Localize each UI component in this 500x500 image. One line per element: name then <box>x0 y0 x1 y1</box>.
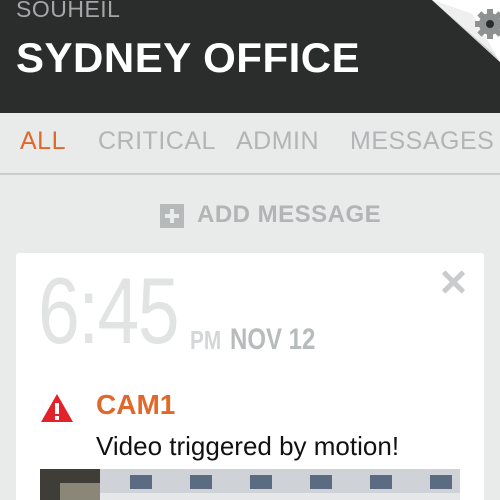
tab-admin[interactable]: ADMIN <box>236 127 319 156</box>
camera-snapshot <box>40 469 460 500</box>
notification-ampm: PM <box>190 325 222 355</box>
tab-messages[interactable]: MESSAGES <box>350 127 494 156</box>
gear-icon[interactable] <box>432 0 500 62</box>
tab-all[interactable]: ALL <box>20 127 66 156</box>
notification-time: 6:45 <box>38 258 180 363</box>
notification-message: Video triggered by motion! <box>96 431 400 461</box>
video-thumbnail[interactable] <box>40 469 460 500</box>
app-header: SOUHEIL SYDNEY OFFICE <box>0 0 500 113</box>
notification-card: 6:45 PM NOV 12 CAM1 Video triggered by m… <box>16 253 484 500</box>
add-message-label: ADD MESSAGE <box>197 201 382 228</box>
office-title: SYDNEY OFFICE <box>16 34 361 81</box>
add-message-button[interactable]: ADD MESSAGE <box>0 196 500 236</box>
filter-tabs: ALL CRITICAL ADMIN MESSAGES <box>0 113 500 175</box>
notification-title: CAM1 <box>96 389 176 420</box>
user-name: SOUHEIL <box>16 0 121 22</box>
tab-critical[interactable]: CRITICAL <box>98 127 216 156</box>
plus-square-icon <box>160 204 184 228</box>
notification-date: NOV 12 <box>230 323 316 356</box>
close-icon[interactable] <box>440 269 466 295</box>
warning-triangle-icon <box>41 394 73 422</box>
